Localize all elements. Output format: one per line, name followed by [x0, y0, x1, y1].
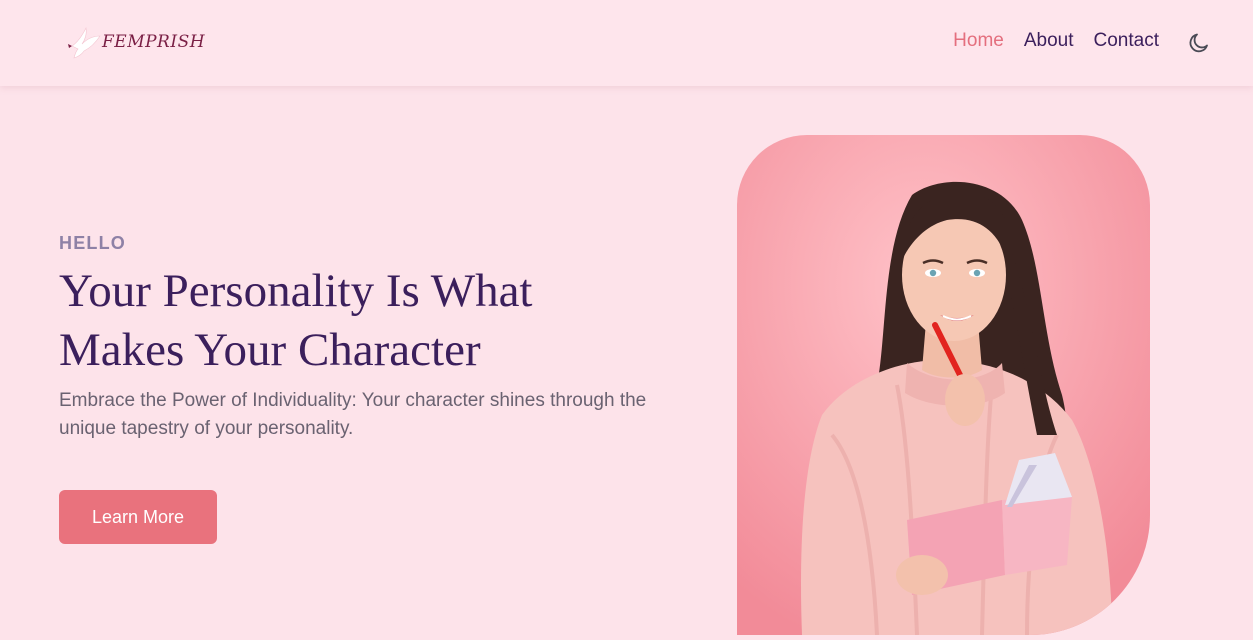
- hero-eyebrow: HELLO: [59, 233, 126, 253]
- moon-icon: [1189, 33, 1208, 53]
- hero-subtitle: Embrace the Power of Individuality: Your…: [59, 390, 647, 439]
- woman-with-book-photo: [737, 135, 1150, 635]
- hero-title: Your Personality Is What Makes Your Char…: [59, 262, 659, 380]
- hero-title-line-1: Your Personality Is What: [59, 265, 533, 317]
- learn-more-button[interactable]: Learn More: [59, 490, 217, 544]
- brand-name: FEMPRISH: [102, 32, 206, 52]
- nav-about-link[interactable]: About: [1024, 30, 1074, 52]
- brand-logo[interactable]: FEMPRISH: [66, 24, 205, 60]
- hero-title-line-2: Makes Your Character: [59, 324, 481, 376]
- dove-logo-icon: [68, 27, 101, 59]
- main-nav: Home About Contact: [953, 30, 1159, 52]
- nav-home-link[interactable]: Home: [953, 30, 1004, 52]
- theme-toggle-button[interactable]: [1187, 31, 1211, 55]
- hero-image: [737, 135, 1150, 635]
- nav-contact-link[interactable]: Contact: [1094, 30, 1159, 52]
- site-header: FEMPRISH Home About Contact: [0, 0, 1253, 86]
